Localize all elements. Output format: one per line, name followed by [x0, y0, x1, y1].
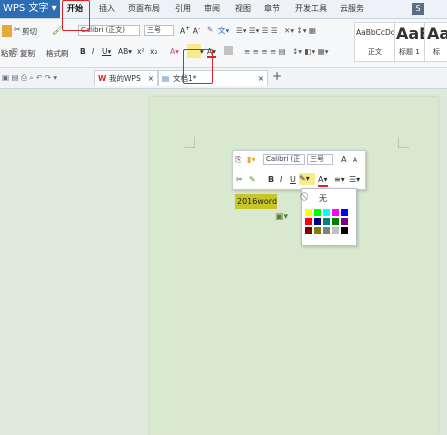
color-swatch[interactable] [323, 218, 330, 225]
scissors-icon[interactable]: ✂ [236, 174, 243, 185]
style-normal[interactable]: AaBbCcDc 正文 [354, 22, 396, 62]
strikethrough-icon[interactable]: AB▾ [118, 47, 132, 56]
grow-font-icon[interactable]: A [341, 154, 346, 165]
format-brush-icon[interactable]: ✎ [249, 174, 256, 185]
menu-developer[interactable]: 开发工具 [295, 0, 327, 18]
style-normal-preview: AaBbCcDc [356, 28, 395, 37]
underline-icon[interactable]: U▾ [102, 47, 111, 56]
menu-references[interactable]: 引用 [175, 0, 191, 18]
selected-text[interactable]: 2016word [235, 194, 277, 209]
subscript-icon[interactable]: x₂ [150, 47, 157, 56]
highlight-icon[interactable]: ✎▾ [299, 173, 315, 185]
font-color-icon[interactable]: A▾ [318, 174, 328, 187]
grow-font-icon[interactable]: A+ A- [180, 25, 200, 36]
close-icon[interactable]: × [258, 71, 264, 87]
bold-icon[interactable]: B [80, 47, 86, 56]
shrink-font-icon[interactable]: A [353, 155, 357, 166]
mini-font-size[interactable]: 三号 [307, 154, 333, 165]
tab-my-wps[interactable]: W 我的WPS × [94, 70, 158, 86]
annotation-box-highlight [183, 49, 213, 84]
color-swatch[interactable] [332, 209, 339, 216]
color-swatch[interactable] [341, 209, 348, 216]
color-swatch[interactable] [314, 218, 321, 225]
align-icon[interactable]: ≡▾ [334, 174, 345, 185]
style-h2-preview: Aa [427, 24, 447, 43]
paste-options-icon[interactable]: ▣▾ [275, 212, 288, 222]
close-icon[interactable]: × [148, 71, 154, 87]
style-heading-2[interactable]: Aa 标 [424, 22, 447, 62]
text-effect-icon[interactable]: A▾ [170, 47, 179, 56]
format-painter-icon[interactable]: ⎘ [235, 154, 241, 165]
line-spacing-icon[interactable]: ☰▾ [349, 174, 360, 185]
mini-font-name[interactable]: Calibri (正 [263, 154, 305, 165]
tab-my-wps-label: 我的WPS [109, 74, 141, 83]
floating-toolbar: ⎘ ▮▾ Calibri (正 三号 A A ✂ ✎ B I U ✎▾ A▾ ≡… [232, 150, 366, 190]
style-h1-label: 标题 1 [399, 48, 420, 56]
account-badge[interactable]: S [412, 3, 424, 15]
color-swatch[interactable] [341, 227, 348, 234]
color-swatch[interactable] [341, 218, 348, 225]
paste-icon[interactable] [2, 25, 12, 37]
menu-insert[interactable]: 插入 [99, 0, 115, 18]
menu-page-layout[interactable]: 页面布局 [128, 0, 160, 18]
line-spacing-icon[interactable]: ↕▾ ◧▾ ▦▾ [292, 47, 329, 56]
italic-icon[interactable]: I [92, 47, 94, 56]
tab-document[interactable]: ▤ 文档1* × [158, 70, 268, 86]
format-painter-label[interactable]: 格式刷 [46, 48, 69, 59]
new-tab-button[interactable]: + [272, 69, 282, 83]
menu-review[interactable]: 审阅 [204, 0, 220, 18]
style-h2-label: 标 [433, 48, 440, 56]
bold-icon[interactable]: B [268, 174, 274, 185]
style-normal-label: 正文 [368, 48, 382, 56]
color-swatch[interactable] [323, 209, 330, 216]
char-shading-icon[interactable] [224, 46, 233, 55]
crop-mark [184, 137, 195, 148]
no-color-label[interactable]: 无 [319, 193, 327, 204]
font-size-select[interactable]: 三号 [144, 25, 174, 36]
phonetic-icon[interactable]: 文▾ [218, 25, 229, 36]
color-swatch[interactable] [305, 227, 312, 234]
sort-icon[interactable]: ✕▾ ↕▾ ▦ [284, 26, 316, 35]
menu-cloud[interactable]: 云服务 [340, 0, 364, 18]
align-icon[interactable]: ≡ ≡ ≡ ≡ ▤ [244, 47, 286, 56]
paste-icon[interactable]: ▮▾ [247, 154, 255, 165]
bullets-icon[interactable]: ☰▾ ☰▾ ☰ ☰ [236, 26, 278, 35]
app-menu-button[interactable]: WPS 文字 ▾ [0, 0, 60, 18]
crop-mark [398, 137, 409, 148]
underline-icon[interactable]: U [290, 174, 296, 185]
menu-view[interactable]: 视图 [235, 0, 251, 18]
wps-logo-icon: W [98, 74, 107, 83]
color-swatch[interactable] [305, 218, 312, 225]
scissors-icon[interactable]: ✂ [14, 25, 21, 34]
document-page[interactable] [150, 97, 438, 435]
italic-icon[interactable]: I [280, 174, 282, 185]
color-swatch[interactable] [305, 209, 312, 216]
app-name: WPS 文字 [3, 3, 49, 14]
style-heading-1[interactable]: AaBl 标题 1 [394, 22, 437, 62]
chevron-down-icon: ▾ [51, 3, 57, 14]
tab-row: ▣ ▤ ⎙ ⌕ ↶ ↷ ▾ W 我的WPS × ▤ 文档1* × + [0, 68, 447, 89]
color-swatch[interactable] [314, 227, 321, 234]
document-icon: ▤ [162, 74, 170, 83]
copy-icon[interactable]: ⎘ [12, 47, 18, 57]
cut-label[interactable]: 剪切 [22, 26, 37, 37]
color-swatch[interactable] [332, 227, 339, 234]
quick-access-icons[interactable]: ▣ ▤ ⎙ ⌕ ↶ ↷ ▾ [2, 73, 57, 83]
highlight-color-dropdown: ⃠ 无 [301, 188, 357, 246]
clear-format-icon[interactable]: ✎ [207, 25, 213, 34]
menu-chapter[interactable]: 章节 [264, 0, 280, 18]
color-swatch[interactable] [314, 209, 321, 216]
annotation-box-start-tab [62, 0, 90, 31]
superscript-icon[interactable]: x² [137, 47, 144, 56]
color-swatch[interactable] [323, 227, 330, 234]
color-swatch[interactable] [332, 218, 339, 225]
copy-label[interactable]: 复制 [20, 48, 35, 59]
